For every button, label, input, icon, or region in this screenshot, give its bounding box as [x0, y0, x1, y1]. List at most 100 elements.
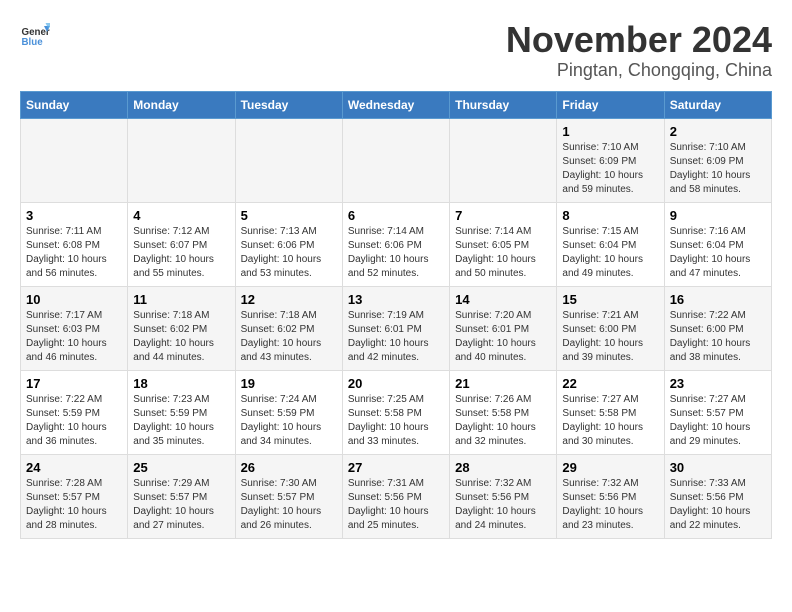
- day-number: 1: [562, 124, 658, 139]
- day-number: 8: [562, 208, 658, 223]
- day-number: 9: [670, 208, 766, 223]
- calendar-cell: 30Sunrise: 7:33 AM Sunset: 5:56 PM Dayli…: [664, 454, 771, 538]
- calendar-week-row: 24 Sunrise: 7:28 AM Sunset: 5:57 PM Dayli…: [21, 454, 772, 538]
- weekday-header-wednesday: Wednesday: [342, 91, 449, 118]
- day-info: Sunrise: 7:29 AM Sunset: 5:57 PM Dayligh…: [133, 477, 229, 533]
- calendar-cell: 11 Sunrise: 7:18 AM Sunset: 6:02 PM Dayli…: [128, 286, 235, 370]
- day-number: 17: [26, 376, 122, 391]
- day-number: 22: [562, 376, 658, 391]
- calendar-cell: [21, 118, 128, 202]
- day-number: 20: [348, 376, 444, 391]
- day-number: 12: [241, 292, 337, 307]
- day-number: 23: [670, 376, 766, 391]
- day-info: Sunrise: 7:14 AM Sunset: 6:06 PM Dayligh…: [348, 225, 444, 281]
- calendar-cell: 4 Sunrise: 7:12 AM Sunset: 6:07 PM Daylig…: [128, 202, 235, 286]
- day-info: Sunrise: 7:16 AM Sunset: 6:04 PM Dayligh…: [670, 225, 766, 281]
- day-info: Sunrise: 7:15 AM Sunset: 6:04 PM Dayligh…: [562, 225, 658, 281]
- calendar-cell: 17 Sunrise: 7:22 AM Sunset: 5:59 PM Dayli…: [21, 370, 128, 454]
- day-number: 26: [241, 460, 337, 475]
- calendar-cell: 24 Sunrise: 7:28 AM Sunset: 5:57 PM Dayli…: [21, 454, 128, 538]
- day-info: Sunrise: 7:28 AM Sunset: 5:57 PM Dayligh…: [26, 477, 122, 533]
- calendar-cell: 28 Sunrise: 7:32 AM Sunset: 5:56 PM Dayli…: [450, 454, 557, 538]
- day-info: Sunrise: 7:14 AM Sunset: 6:05 PM Dayligh…: [455, 225, 551, 281]
- day-info: Sunrise: 7:26 AM Sunset: 5:58 PM Dayligh…: [455, 393, 551, 449]
- calendar-cell: 1 Sunrise: 7:10 AM Sunset: 6:09 PM Daylig…: [557, 118, 664, 202]
- day-number: 27: [348, 460, 444, 475]
- day-number: 4: [133, 208, 229, 223]
- day-info: Sunrise: 7:22 AM Sunset: 6:00 PM Dayligh…: [670, 309, 766, 365]
- day-number: 28: [455, 460, 551, 475]
- day-info: Sunrise: 7:25 AM Sunset: 5:58 PM Dayligh…: [348, 393, 444, 449]
- calendar-cell: 13 Sunrise: 7:19 AM Sunset: 6:01 PM Dayli…: [342, 286, 449, 370]
- header: General Blue November 2024 Pingtan, Chon…: [20, 20, 772, 81]
- day-number: 30: [670, 460, 766, 475]
- weekday-header-saturday: Saturday: [664, 91, 771, 118]
- calendar-cell: 22 Sunrise: 7:27 AM Sunset: 5:58 PM Dayli…: [557, 370, 664, 454]
- page-title: November 2024: [506, 20, 772, 60]
- day-number: 29: [562, 460, 658, 475]
- day-info: Sunrise: 7:11 AM Sunset: 6:08 PM Dayligh…: [26, 225, 122, 281]
- day-number: 15: [562, 292, 658, 307]
- day-info: Sunrise: 7:22 AM Sunset: 5:59 PM Dayligh…: [26, 393, 122, 449]
- calendar-cell: 9 Sunrise: 7:16 AM Sunset: 6:04 PM Daylig…: [664, 202, 771, 286]
- day-info: Sunrise: 7:10 AM Sunset: 6:09 PM Dayligh…: [562, 141, 658, 197]
- calendar-week-row: 17 Sunrise: 7:22 AM Sunset: 5:59 PM Dayli…: [21, 370, 772, 454]
- calendar-cell: 19 Sunrise: 7:24 AM Sunset: 5:59 PM Dayli…: [235, 370, 342, 454]
- calendar-cell: 26 Sunrise: 7:30 AM Sunset: 5:57 PM Dayli…: [235, 454, 342, 538]
- svg-text:Blue: Blue: [22, 37, 44, 48]
- day-number: 10: [26, 292, 122, 307]
- day-number: 11: [133, 292, 229, 307]
- logo: General Blue: [20, 20, 50, 50]
- calendar-cell: 6 Sunrise: 7:14 AM Sunset: 6:06 PM Daylig…: [342, 202, 449, 286]
- calendar-cell: 23 Sunrise: 7:27 AM Sunset: 5:57 PM Dayli…: [664, 370, 771, 454]
- day-info: Sunrise: 7:10 AM Sunset: 6:09 PM Dayligh…: [670, 141, 766, 197]
- day-info: Sunrise: 7:27 AM Sunset: 5:57 PM Dayligh…: [670, 393, 766, 449]
- day-info: Sunrise: 7:23 AM Sunset: 5:59 PM Dayligh…: [133, 393, 229, 449]
- day-number: 16: [670, 292, 766, 307]
- calendar-cell: 27 Sunrise: 7:31 AM Sunset: 5:56 PM Dayli…: [342, 454, 449, 538]
- calendar-cell: 16 Sunrise: 7:22 AM Sunset: 6:00 PM Dayli…: [664, 286, 771, 370]
- calendar-cell: 10 Sunrise: 7:17 AM Sunset: 6:03 PM Dayli…: [21, 286, 128, 370]
- day-number: 5: [241, 208, 337, 223]
- weekday-header-monday: Monday: [128, 91, 235, 118]
- calendar-cell: 29 Sunrise: 7:32 AM Sunset: 5:56 PM Dayli…: [557, 454, 664, 538]
- day-number: 25: [133, 460, 229, 475]
- day-number: 3: [26, 208, 122, 223]
- calendar-cell: 20 Sunrise: 7:25 AM Sunset: 5:58 PM Dayli…: [342, 370, 449, 454]
- day-info: Sunrise: 7:30 AM Sunset: 5:57 PM Dayligh…: [241, 477, 337, 533]
- day-info: Sunrise: 7:27 AM Sunset: 5:58 PM Dayligh…: [562, 393, 658, 449]
- day-info: Sunrise: 7:24 AM Sunset: 5:59 PM Dayligh…: [241, 393, 337, 449]
- day-info: Sunrise: 7:17 AM Sunset: 6:03 PM Dayligh…: [26, 309, 122, 365]
- calendar-cell: 14Sunrise: 7:20 AM Sunset: 6:01 PM Dayli…: [450, 286, 557, 370]
- weekday-header-friday: Friday: [557, 91, 664, 118]
- calendar-cell: 2 Sunrise: 7:10 AM Sunset: 6:09 PM Daylig…: [664, 118, 771, 202]
- day-number: 18: [133, 376, 229, 391]
- calendar-cell: [128, 118, 235, 202]
- day-info: Sunrise: 7:31 AM Sunset: 5:56 PM Dayligh…: [348, 477, 444, 533]
- day-info: Sunrise: 7:12 AM Sunset: 6:07 PM Dayligh…: [133, 225, 229, 281]
- calendar-week-row: 3 Sunrise: 7:11 AM Sunset: 6:08 PM Daylig…: [21, 202, 772, 286]
- day-number: 6: [348, 208, 444, 223]
- day-number: 21: [455, 376, 551, 391]
- day-info: Sunrise: 7:32 AM Sunset: 5:56 PM Dayligh…: [455, 477, 551, 533]
- title-area: November 2024 Pingtan, Chongqing, China: [506, 20, 772, 81]
- calendar-cell: 3 Sunrise: 7:11 AM Sunset: 6:08 PM Daylig…: [21, 202, 128, 286]
- calendar-table: SundayMondayTuesdayWednesdayThursdayFrid…: [20, 91, 772, 539]
- weekday-header-sunday: Sunday: [21, 91, 128, 118]
- day-info: Sunrise: 7:20 AM Sunset: 6:01 PM Dayligh…: [455, 309, 551, 365]
- calendar-cell: [342, 118, 449, 202]
- day-info: Sunrise: 7:19 AM Sunset: 6:01 PM Dayligh…: [348, 309, 444, 365]
- calendar-cell: 8 Sunrise: 7:15 AM Sunset: 6:04 PM Daylig…: [557, 202, 664, 286]
- day-info: Sunrise: 7:18 AM Sunset: 6:02 PM Dayligh…: [133, 309, 229, 365]
- calendar-cell: 18 Sunrise: 7:23 AM Sunset: 5:59 PM Dayli…: [128, 370, 235, 454]
- calendar-cell: [235, 118, 342, 202]
- calendar-cell: 5Sunrise: 7:13 AM Sunset: 6:06 PM Daylig…: [235, 202, 342, 286]
- day-number: 13: [348, 292, 444, 307]
- calendar-cell: [450, 118, 557, 202]
- day-number: 19: [241, 376, 337, 391]
- day-number: 2: [670, 124, 766, 139]
- day-number: 7: [455, 208, 551, 223]
- day-number: 24: [26, 460, 122, 475]
- page-subtitle: Pingtan, Chongqing, China: [506, 60, 772, 81]
- day-info: Sunrise: 7:32 AM Sunset: 5:56 PM Dayligh…: [562, 477, 658, 533]
